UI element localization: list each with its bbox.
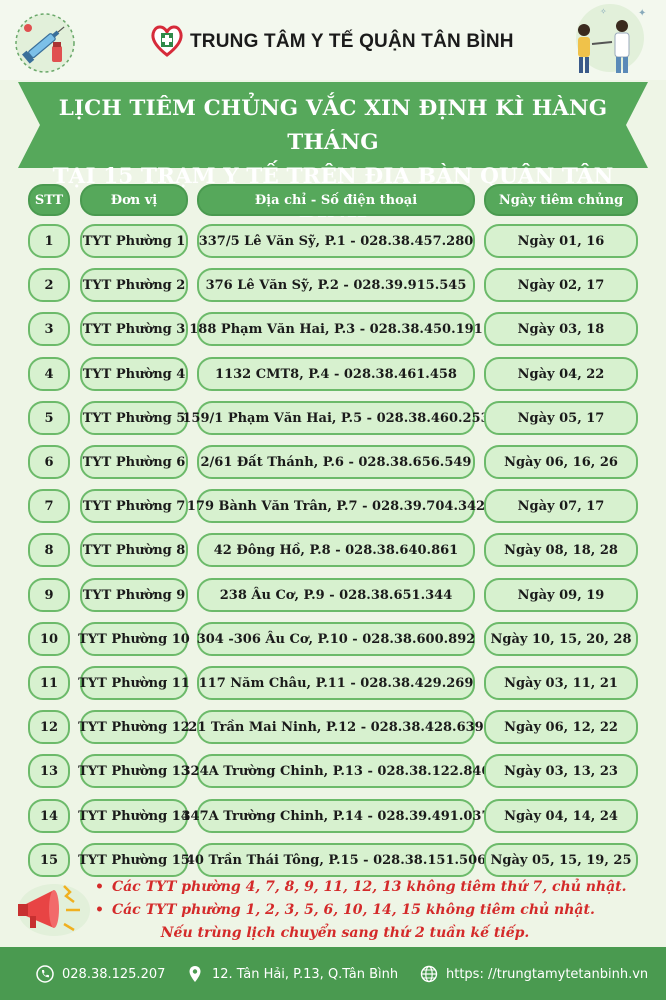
table-cell-stt: 10: [28, 622, 70, 656]
table-cell-address: 40 Trần Thái Tông, P.15 - 028.38.151.506: [186, 843, 486, 877]
table-cell-stt: 2: [28, 268, 70, 302]
table-cell-stt: 13: [28, 754, 70, 788]
table-cell-address: 2/61 Đất Thánh, P.6 - 028.38.656.549: [197, 445, 475, 479]
table-cell-days: Ngày 02, 17: [484, 268, 638, 302]
table-cell-days: Ngày 04, 14, 24: [484, 799, 638, 833]
table-cell-days: Ngày 05, 17: [484, 401, 638, 435]
table-cell-stt: 6: [28, 445, 70, 479]
table-cell-address: 347A Trường Chinh, P.14 - 028.39.491.037: [182, 799, 491, 833]
table-cell-stt: 15: [28, 843, 70, 877]
table-cell-days: Ngày 06, 12, 22: [484, 710, 638, 744]
globe-icon: [420, 965, 438, 983]
footer-website-link[interactable]: https: //trungtamytetanbinh.vn: [446, 967, 648, 982]
table-cell-stt: 3: [28, 312, 70, 346]
table-cell-address: 117 Năm Châu, P.11 - 028.38.429.269: [197, 666, 475, 700]
table-cell-unit: TYT Phường 6: [80, 445, 188, 479]
svg-text:✦: ✦: [638, 8, 646, 19]
table-cell-days: Ngày 01, 16: [484, 224, 638, 258]
table-cell-unit: TYT Phường 15: [78, 843, 190, 877]
table-cell-days: Ngày 06, 16, 26: [484, 445, 638, 479]
notes-section: Các TYT phường 4, 7, 8, 9, 11, 12, 13 kh…: [95, 876, 655, 945]
table-cell-address: 324A Trường Chinh, P.13 - 028.38.122.840: [182, 754, 491, 788]
medical-heart-logo: [151, 25, 183, 57]
table-cell-days: Ngày 09, 19: [484, 578, 638, 612]
table-cell-unit: TYT Phường 1: [80, 224, 188, 258]
footer-address: 12. Tân Hải, P.13, Q.Tân Bình: [186, 965, 398, 983]
note-line-3: Nếu trùng lịch chuyển sang thứ 2 tuần kế…: [160, 925, 530, 941]
table-cell-address: 159/1 Phạm Văn Hai, P.5 - 028.38.460.253: [182, 401, 490, 435]
note-bullet-1: Các TYT phường 4, 7, 8, 9, 11, 12, 13 kh…: [95, 876, 655, 899]
table-cell-address: 188 Phạm Văn Hai, P.3 - 028.38.450.191: [189, 312, 483, 346]
footer-phone-text: 028.38.125.207: [62, 966, 166, 982]
table-cell-stt: 4: [28, 357, 70, 391]
table-cell-stt: 12: [28, 710, 70, 744]
location-pin-icon: [189, 966, 201, 982]
table-cell-days: Ngày 03, 11, 21: [484, 666, 638, 700]
header: TRUNG TÂM Y TẾ QUẬN TÂN BÌNH ✦ ✧: [0, 0, 666, 80]
table-cell-stt: 9: [28, 578, 70, 612]
table-cell-address: 376 Lê Văn Sỹ, P.2 - 028.39.915.545: [197, 268, 475, 302]
column-header-unit: Đơn vị: [80, 184, 188, 216]
table-cell-address: 21 Trần Mai Ninh, P.12 - 028.38.428.639: [188, 710, 484, 744]
column-header-address: Địa chỉ - Số điện thoại: [197, 184, 475, 216]
table-cell-stt: 14: [28, 799, 70, 833]
table-cell-stt: 5: [28, 401, 70, 435]
table-cell-stt: 11: [28, 666, 70, 700]
column-header-stt: STT: [28, 184, 70, 216]
footer-phone: 028.38.125.207: [36, 965, 165, 983]
table-cell-unit: TYT Phường 8: [80, 533, 188, 567]
table-cell-days: Ngày 04, 22: [484, 357, 638, 391]
footer-website[interactable]: https: //trungtamytetanbinh.vn: [420, 965, 648, 983]
table-cell-address: 179 Bành Văn Trân, P.7 - 028.39.704.342: [187, 489, 485, 523]
table-cell-unit: TYT Phường 7: [80, 489, 188, 523]
note-bullet-2: Các TYT phường 1, 2, 3, 5, 6, 10, 14, 15…: [95, 899, 655, 922]
table-cell-unit: TYT Phường 10: [78, 622, 190, 656]
column-header-days: Ngày tiêm chủng: [484, 184, 638, 216]
table-cell-address: 238 Âu Cơ, P.9 - 028.38.651.344: [197, 578, 475, 612]
svg-text:✧: ✧: [600, 7, 607, 16]
table-cell-address: 337/5 Lê Văn Sỹ, P.1 - 028.38.457.280: [197, 224, 475, 258]
table-cell-stt: 7: [28, 489, 70, 523]
megaphone-icon: [18, 884, 90, 936]
table-cell-days: Ngày 10, 15, 20, 28: [484, 622, 638, 656]
footer: 028.38.125.207 12. Tân Hải, P.13, Q.Tân …: [0, 947, 666, 1000]
table-cell-unit: TYT Phường 4: [80, 357, 188, 391]
table-cell-days: Ngày 03, 13, 23: [484, 754, 638, 788]
vaccination-illustration: ✦ ✧: [576, 4, 646, 73]
vaccine-syringe-icon: [15, 13, 75, 73]
table-cell-stt: 1: [28, 224, 70, 258]
banner-title-line-1: LỊCH TIÊM CHỦNG VẮC XIN ĐỊNH KÌ HÀNG THÁ…: [58, 96, 608, 155]
table-cell-unit: TYT Phường 3: [80, 312, 188, 346]
table-cell-unit: TYT Phường 13: [78, 754, 190, 788]
table-cell-days: Ngày 08, 18, 28: [484, 533, 638, 567]
table-cell-address: 42 Đông Hồ, P.8 - 028.38.640.861: [197, 533, 475, 567]
table-cell-unit: TYT Phường 12: [78, 710, 190, 744]
table-cell-days: Ngày 05, 15, 19, 25: [484, 843, 638, 877]
footer-address-text: 12. Tân Hải, P.13, Q.Tân Bình: [212, 966, 399, 982]
table-cell-days: Ngày 03, 18: [484, 312, 638, 346]
table-cell-stt: 8: [28, 533, 70, 567]
phone-icon: [36, 965, 54, 983]
table-cell-address: 1132 CMT8, P.4 - 028.38.461.458: [197, 357, 475, 391]
table-cell-days: Ngày 07, 17: [484, 489, 638, 523]
table-cell-unit: TYT Phường 5: [80, 401, 188, 435]
organization-name: TRUNG TÂM Y TẾ QUẬN TÂN BÌNH: [190, 31, 514, 52]
table-cell-unit: TYT Phường 2: [80, 268, 188, 302]
table-cell-address: 304 -306 Âu Cơ, P.10 - 028.38.600.892: [197, 622, 475, 656]
table-cell-unit: TYT Phường 14: [78, 799, 190, 833]
table-cell-unit: TYT Phường 9: [80, 578, 188, 612]
table-cell-unit: TYT Phường 11: [78, 666, 190, 700]
